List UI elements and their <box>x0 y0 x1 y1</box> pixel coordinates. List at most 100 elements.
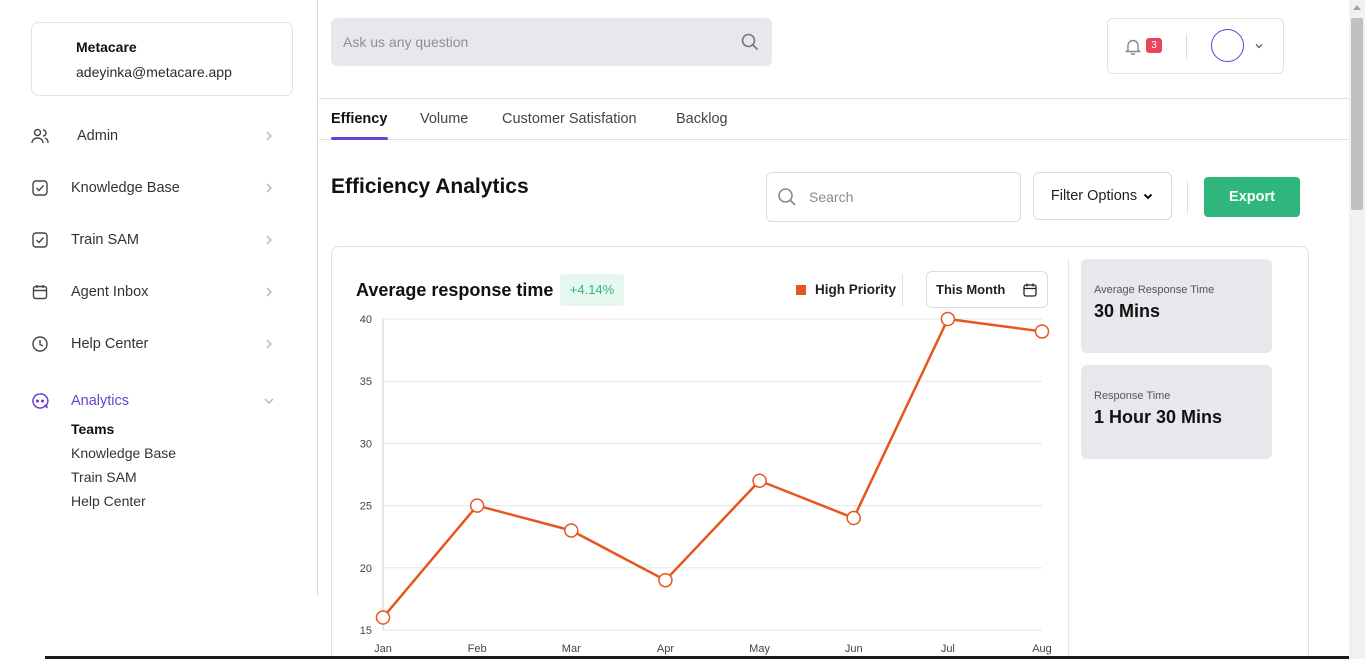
chat-bot-icon <box>30 391 50 411</box>
active-tab-indicator <box>331 137 388 140</box>
filter-options-button[interactable]: Filter Options <box>1033 172 1172 220</box>
stat-value: 30 Mins <box>1094 301 1161 321</box>
x-tick-label: Apr <box>657 643 674 655</box>
x-tick-label: Jan <box>374 643 392 655</box>
chevron-right-icon <box>266 339 272 349</box>
calendar-icon <box>30 282 50 302</box>
tab-bar: Effiency Volume Customer Satisfation Bac… <box>319 100 1349 140</box>
sidebar-item-label: Help Center <box>71 336 149 352</box>
y-tick-label: 20 <box>360 563 372 575</box>
chart-title: Average response time <box>356 280 554 300</box>
ask-search-bar <box>331 18 772 66</box>
change-badge: +4.14% <box>560 274 624 306</box>
sidebar-item-knowledge-base[interactable]: Knowledge Base <box>30 173 275 203</box>
sidebar-item-admin[interactable]: Admin <box>30 121 275 151</box>
tab-volume[interactable]: Volume <box>420 111 468 127</box>
chevron-right-icon <box>266 235 272 245</box>
legend-swatch <box>796 284 806 295</box>
stat-label: Average Response Time <box>1094 284 1215 296</box>
sidebar-item-label: Admin <box>77 128 119 144</box>
chevron-right-icon <box>266 287 272 297</box>
chevron-down-icon <box>264 398 274 404</box>
tab-efficiency[interactable]: Effiency <box>331 111 387 127</box>
chart-legend: High Priority <box>796 282 896 297</box>
sidebar-item-agent-inbox[interactable]: Agent Inbox <box>30 277 275 307</box>
divider <box>1186 34 1187 59</box>
line-chart: 15 20 25 30 35 40 Jan Feb Mar Apr May Jun Jul Aug <box>360 311 1052 655</box>
stat-value: 1 Hour 30 Mins <box>1094 407 1223 427</box>
account-card[interactable]: Metacare adeyinka@metacare.app <box>31 22 293 96</box>
y-tick-label: 40 <box>360 314 372 326</box>
data-point <box>469 498 485 513</box>
stat-card-response-time: Response Time 1 Hour 30 Mins <box>1081 365 1272 459</box>
legend-label: High Priority <box>815 282 897 297</box>
chevron-right-icon <box>266 183 272 193</box>
y-tick-label: 35 <box>360 376 372 388</box>
sidebar-subitem-teams[interactable]: Teams <box>71 421 114 437</box>
tab-backlog[interactable]: Backlog <box>676 111 728 127</box>
x-tick-label: May <box>749 643 770 655</box>
user-controls: 3 <box>1107 18 1284 74</box>
data-point <box>564 523 579 538</box>
users-icon <box>30 126 50 146</box>
sidebar-subitem-train-sam[interactable]: Train SAM <box>71 469 137 485</box>
sidebar-subitem-help-center[interactable]: Help Center <box>71 493 146 509</box>
avatar[interactable] <box>1211 29 1244 62</box>
account-name: Metacare <box>76 39 137 55</box>
check-square-icon <box>30 178 50 198</box>
sidebar-item-label: Agent Inbox <box>71 284 149 300</box>
ask-input[interactable] <box>343 34 740 50</box>
sidebar-item-help-center[interactable]: Help Center <box>30 329 275 359</box>
search-icon <box>778 188 796 206</box>
x-tick-label: Mar <box>562 643 581 655</box>
x-tick-label: Jul <box>941 643 955 655</box>
bell-icon[interactable] <box>1125 38 1141 55</box>
sidebar-item-label: Analytics <box>71 393 130 409</box>
sidebar-item-train-sam[interactable]: Train SAM <box>30 225 275 255</box>
top-bar: 3 <box>319 0 1349 99</box>
calendar-icon <box>1023 283 1037 297</box>
sidebar-item-label: Train SAM <box>71 232 139 248</box>
scroll-up-icon[interactable] <box>1353 4 1361 10</box>
chevron-down-icon[interactable] <box>1254 41 1264 51</box>
chevron-right-icon <box>266 131 272 141</box>
y-tick-label: 15 <box>360 625 372 637</box>
scrollbar-thumb[interactable] <box>1351 18 1363 210</box>
period-label: This Month <box>936 282 1006 297</box>
x-tick-label: Jun <box>845 643 863 655</box>
search-input[interactable] <box>809 189 1010 205</box>
page-scrollbar[interactable] <box>1349 0 1365 659</box>
sidebar-item-analytics[interactable]: Analytics <box>30 386 275 416</box>
clock-icon <box>30 334 50 354</box>
check-square-icon <box>30 230 50 250</box>
sidebar-item-label: Knowledge Base <box>71 180 180 196</box>
data-point <box>375 610 391 625</box>
period-picker[interactable]: This Month <box>926 271 1048 308</box>
search-icon[interactable] <box>740 32 760 52</box>
divider <box>902 274 903 306</box>
y-tick-label: 30 <box>360 438 372 450</box>
page-title: Efficiency Analytics <box>331 175 529 198</box>
y-tick-label: 25 <box>360 501 372 513</box>
data-point <box>846 510 861 526</box>
data-point <box>940 311 956 327</box>
search-box <box>766 172 1021 222</box>
chevron-down-icon <box>1143 193 1153 200</box>
filter-label: Filter Options <box>1050 188 1138 204</box>
export-button[interactable]: Export <box>1204 177 1300 217</box>
x-tick-label: Feb <box>468 643 487 655</box>
data-point <box>1034 324 1050 339</box>
divider <box>1187 181 1188 213</box>
stat-card-average-response: Average Response Time 30 Mins <box>1081 259 1272 353</box>
sidebar: Metacare adeyinka@metacare.app Admin Kno… <box>0 0 318 596</box>
divider <box>1068 258 1069 659</box>
account-email: adeyinka@metacare.app <box>76 64 232 80</box>
stat-label: Response Time <box>1094 390 1171 402</box>
x-tick-label: Aug <box>1032 643 1052 655</box>
notification-badge: 3 <box>1146 38 1162 53</box>
data-point <box>752 473 767 488</box>
sidebar-subitem-knowledge-base[interactable]: Knowledge Base <box>71 445 176 461</box>
series-line-high-priority <box>382 317 1043 619</box>
data-point <box>658 572 673 588</box>
tab-customer-satisfaction[interactable]: Customer Satisfation <box>502 111 637 127</box>
